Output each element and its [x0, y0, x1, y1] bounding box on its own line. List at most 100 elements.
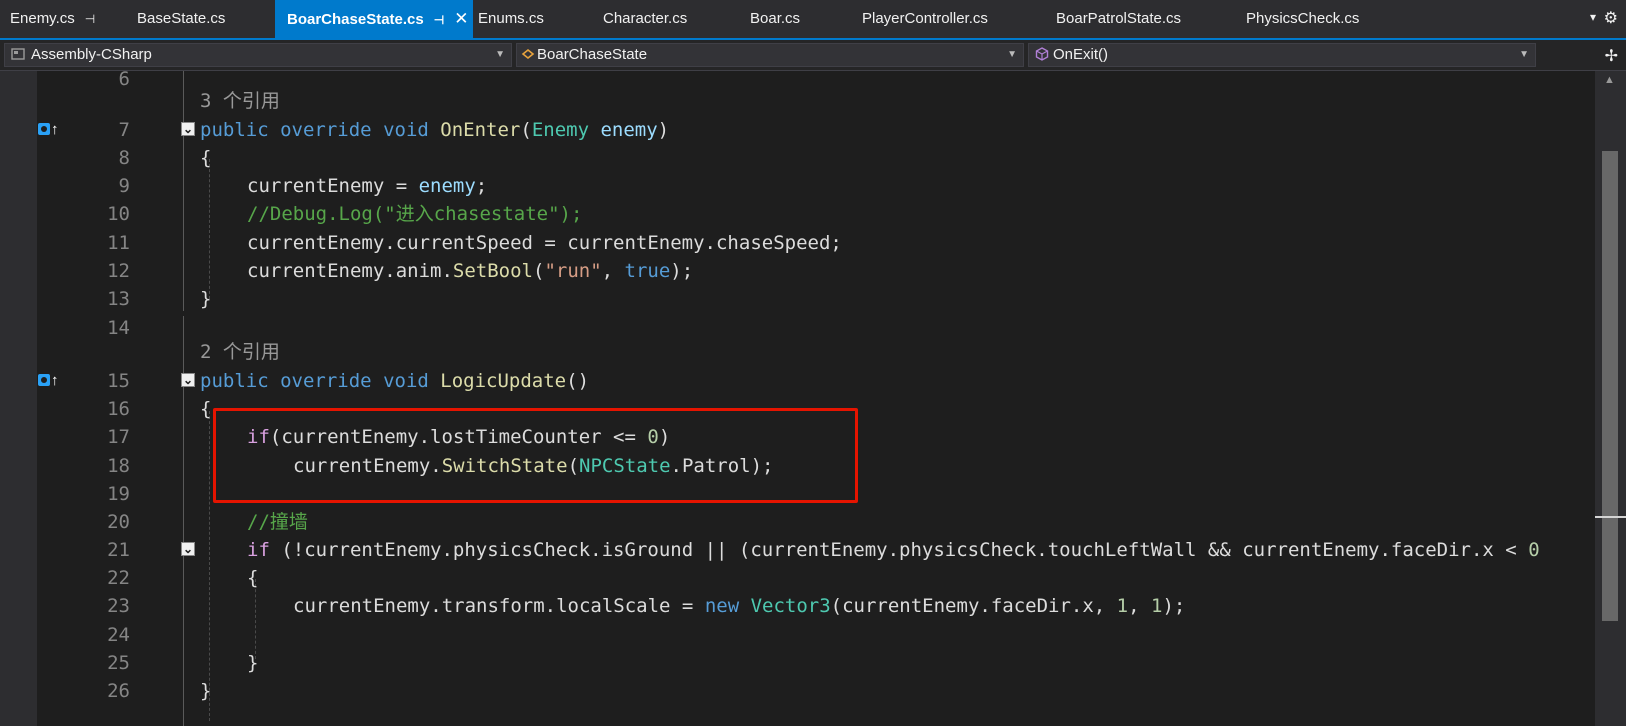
vertical-scrollbar[interactable]: ▲ [1595, 71, 1626, 726]
chevron-down-icon: ▼ [1007, 49, 1017, 60]
line-number: 15 [107, 370, 130, 392]
project-dropdown[interactable]: Assembly-CSharp ▼ [4, 43, 512, 67]
tab-enums-cs[interactable]: Enums.cs [478, 0, 544, 38]
line-number: 25 [107, 652, 130, 674]
line-number: 18 [107, 455, 130, 477]
member-dropdown[interactable]: OnExit() ▼ [1028, 43, 1536, 67]
tab-playercontroller-cs[interactable]: PlayerController.cs [862, 0, 988, 38]
code-line: 19 [0, 480, 1595, 509]
override-glyph-icon[interactable]: ↑ [38, 122, 59, 137]
code-text: currentEnemy.transform.localScale = new … [293, 595, 1186, 617]
split-window-icon[interactable]: ✢ [1605, 46, 1618, 66]
close-icon[interactable]: ✕ [454, 0, 468, 38]
code-line: 17 if(currentEnemy.lostTimeCounter <= 0) [0, 423, 1595, 452]
tab-label: PlayerController.cs [862, 10, 988, 27]
line-number: 17 [107, 426, 130, 448]
line-number: 14 [107, 317, 130, 339]
line-number: 26 [107, 680, 130, 702]
tab-physicscheck-cs[interactable]: PhysicsCheck.cs [1246, 0, 1359, 38]
code-text: public override void OnEnter(Enemy enemy… [200, 119, 670, 141]
code-line: ↑ 15 ⌄ public override void LogicUpdate(… [0, 367, 1595, 396]
code-line: 23 currentEnemy.transform.localScale = n… [0, 592, 1595, 621]
tab-label: BoarChaseState.cs [287, 11, 424, 28]
tab-label: Enemy.cs [10, 10, 75, 27]
code-line: 25 } [0, 649, 1595, 678]
tab-label: Boar.cs [750, 10, 801, 27]
code-line: 24 [0, 621, 1595, 650]
line-number: 7 [118, 119, 130, 141]
scrollbar-thumb[interactable] [1602, 151, 1618, 621]
type-label: BoarChaseState [537, 46, 648, 63]
pin-icon[interactable]: ⊣ [434, 1, 444, 39]
collapse-toggle-icon[interactable]: ⌄ [181, 542, 195, 556]
line-number: 19 [107, 483, 130, 505]
code-text: } [200, 680, 212, 702]
line-number: 9 [118, 175, 130, 197]
line-number: 11 [107, 232, 130, 254]
line-number: 16 [107, 398, 130, 420]
code-line: 22 { [0, 564, 1595, 593]
tab-boar-cs[interactable]: Boar.cs [750, 0, 800, 38]
method-icon [1035, 47, 1049, 61]
code-text: { [200, 398, 212, 420]
code-line: 10 //Debug.Log("进入chasestate"); [0, 200, 1595, 229]
navigation-bar: Assembly-CSharp ▼ BoarChaseState ▼ OnExi… [0, 40, 1626, 71]
line-number: 23 [107, 595, 130, 617]
code-line: 8 { [0, 144, 1595, 173]
tab-character-cs[interactable]: Character.cs [603, 0, 687, 38]
code-line: 21 ⌄ if (!currentEnemy.physicsCheck.isGr… [0, 536, 1595, 565]
tab-basestate-cs[interactable]: BaseState.cs [137, 0, 225, 38]
tab-boarchasestate-cs[interactable]: BoarChaseState.cs ⊣ ✕ [275, 0, 473, 38]
collapse-toggle-icon[interactable]: ⌄ [181, 122, 195, 136]
line-number: 24 [107, 624, 130, 646]
code-text: public override void LogicUpdate() [200, 370, 590, 392]
reference-count-link[interactable]: 2 个引用 [200, 338, 280, 367]
code-line: 26 } [0, 677, 1595, 706]
tab-boarpatrolstate-cs[interactable]: BoarPatrolState.cs [1056, 0, 1181, 38]
code-text: } [247, 652, 259, 674]
class-icon [521, 48, 535, 60]
tab-label: PhysicsCheck.cs [1246, 10, 1360, 27]
line-number: 12 [107, 260, 130, 282]
tab-overflow-icon[interactable]: ▾ [1590, 10, 1596, 24]
line-number: 8 [118, 147, 130, 169]
code-text: } [200, 288, 212, 310]
tab-label: Character.cs [603, 10, 688, 27]
code-text: currentEnemy = enemy; [247, 175, 488, 197]
line-number: 10 [107, 203, 130, 225]
tab-label: BaseState.cs [137, 10, 226, 27]
tab-label: BoarPatrolState.cs [1056, 10, 1182, 27]
gear-icon[interactable]: ⚙ [1604, 8, 1618, 28]
type-dropdown[interactable]: BoarChaseState ▼ [516, 43, 1024, 67]
tab-enemy-cs[interactable]: Enemy.cs ⊣ [10, 0, 95, 38]
code-text: currentEnemy.SwitchState(NPCState.Patrol… [293, 455, 774, 477]
collapse-toggle-icon[interactable]: ⌄ [181, 373, 195, 387]
code-text: { [200, 147, 212, 169]
line-number: 20 [107, 511, 130, 533]
chevron-down-icon: ▼ [495, 49, 505, 60]
caret-position-marker [1595, 516, 1626, 518]
codelens-row: 2 个引用 [0, 340, 1595, 365]
override-glyph-icon[interactable]: ↑ [38, 373, 59, 388]
line-number: 21 [107, 539, 130, 561]
line-number: 13 [107, 288, 130, 310]
csharp-project-icon [11, 48, 25, 60]
code-line: ↑ 7 ⌄ public override void OnEnter(Enemy… [0, 116, 1595, 145]
code-line: 11 currentEnemy.currentSpeed = currentEn… [0, 229, 1595, 258]
line-number: 22 [107, 567, 130, 589]
pin-icon[interactable]: ⊣ [85, 0, 95, 38]
code-editor[interactable]: 6 3 个引用 ↑ 7 ⌄ public override void OnEnt… [0, 71, 1595, 726]
project-label: Assembly-CSharp [31, 46, 152, 63]
comment-text: //Debug.Log("进入chasestate"); [247, 203, 583, 225]
code-line: 12 currentEnemy.anim.SetBool("run", true… [0, 257, 1595, 286]
code-line: 20 //撞墙 [0, 508, 1595, 537]
code-text: currentEnemy.currentSpeed = currentEnemy… [247, 232, 842, 254]
scroll-up-icon[interactable]: ▲ [1604, 74, 1615, 86]
chevron-down-icon: ▼ [1519, 49, 1529, 60]
comment-text: //撞墙 [247, 511, 308, 533]
code-text: { [247, 567, 259, 589]
code-line: 13 } [0, 285, 1595, 314]
code-line: 9 currentEnemy = enemy; [0, 172, 1595, 201]
reference-count-link[interactable]: 3 个引用 [200, 87, 280, 116]
code-text: if(currentEnemy.lostTimeCounter <= 0) [247, 426, 671, 448]
